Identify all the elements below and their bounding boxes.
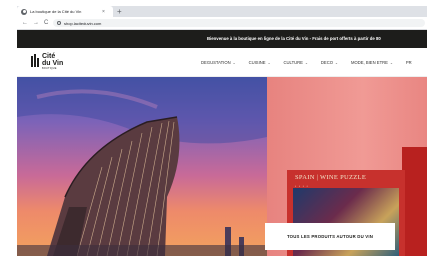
site-info-icon[interactable] xyxy=(57,21,61,25)
browser-toolbar: ← → C shop.laciteduvin.com xyxy=(17,17,427,30)
browser-window: La boutique de la Cité du Vin × + ← → C … xyxy=(17,6,427,256)
menu-item-degustation[interactable]: DEGUSTATION ⌄ xyxy=(201,60,236,65)
back-icon[interactable]: ← xyxy=(22,20,28,26)
chevron-down-icon: ⌄ xyxy=(304,60,308,65)
main-menu: DEGUSTATION ⌄ CUISINE ⌄ CULTURE ⌄ DECO ⌄ MOD… xyxy=(201,48,425,76)
site-header: Cité du Vin BOUTIQUE DEGUSTATION ⌄ CUISIN… xyxy=(17,48,427,77)
logo-line3: BOUTIQUE xyxy=(42,67,57,70)
announcement-text: Bienvenue à la boutique en ligne de la C… xyxy=(207,36,381,41)
new-tab-button[interactable]: + xyxy=(117,6,122,17)
puzzle-title: SPAIN | WINE PUZZLE xyxy=(295,174,367,181)
building-illustration xyxy=(17,77,267,256)
site-logo[interactable]: Cité du Vin BOUTIQUE xyxy=(31,53,63,71)
logo-line1: Cité xyxy=(42,53,56,60)
globe-icon xyxy=(21,8,27,15)
chevron-down-icon: ⌄ xyxy=(232,60,236,65)
tab-strip: La boutique de la Cité du Vin × + xyxy=(17,6,427,17)
logo-line2: du Vin xyxy=(42,60,64,67)
chevron-down-icon: ⌄ xyxy=(267,60,271,65)
close-tab-icon[interactable]: × xyxy=(102,9,105,15)
announcement-bar: Bienvenue à la boutique en ligne de la C… xyxy=(17,30,427,48)
menu-item-mode-bien-etre[interactable]: MODE, BIEN ETRE ⌄ xyxy=(351,60,393,65)
red-product-box xyxy=(402,147,427,256)
chevron-down-icon: ⌄ xyxy=(335,60,338,65)
menu-item-more[interactable]: PR xyxy=(406,60,412,65)
logo-mark-icon xyxy=(31,54,40,67)
url-text: shop.laciteduvin.com xyxy=(64,20,102,26)
menu-item-cuisine[interactable]: CUISINE ⌄ xyxy=(249,60,271,65)
tab-title: La boutique de la Cité du Vin xyxy=(30,9,82,14)
menu-item-deco[interactable]: DECO ⌄ xyxy=(321,60,338,65)
reload-icon[interactable]: C xyxy=(44,20,48,26)
menu-item-culture[interactable]: CULTURE ⌄ xyxy=(284,60,308,65)
forward-icon[interactable]: → xyxy=(33,20,39,26)
hero-banner: SPAIN | WINE PUZZLE • • • • TOUS LES PRO… xyxy=(17,77,427,256)
all-products-button[interactable]: TOUS LES PRODUITS AUTOUR DU VIN xyxy=(265,223,395,250)
hero-image-building xyxy=(17,77,267,256)
address-bar[interactable]: shop.laciteduvin.com xyxy=(53,19,425,27)
browser-tab[interactable]: La boutique de la Cité du Vin × xyxy=(17,6,113,17)
chevron-down-icon: ⌄ xyxy=(389,60,393,65)
